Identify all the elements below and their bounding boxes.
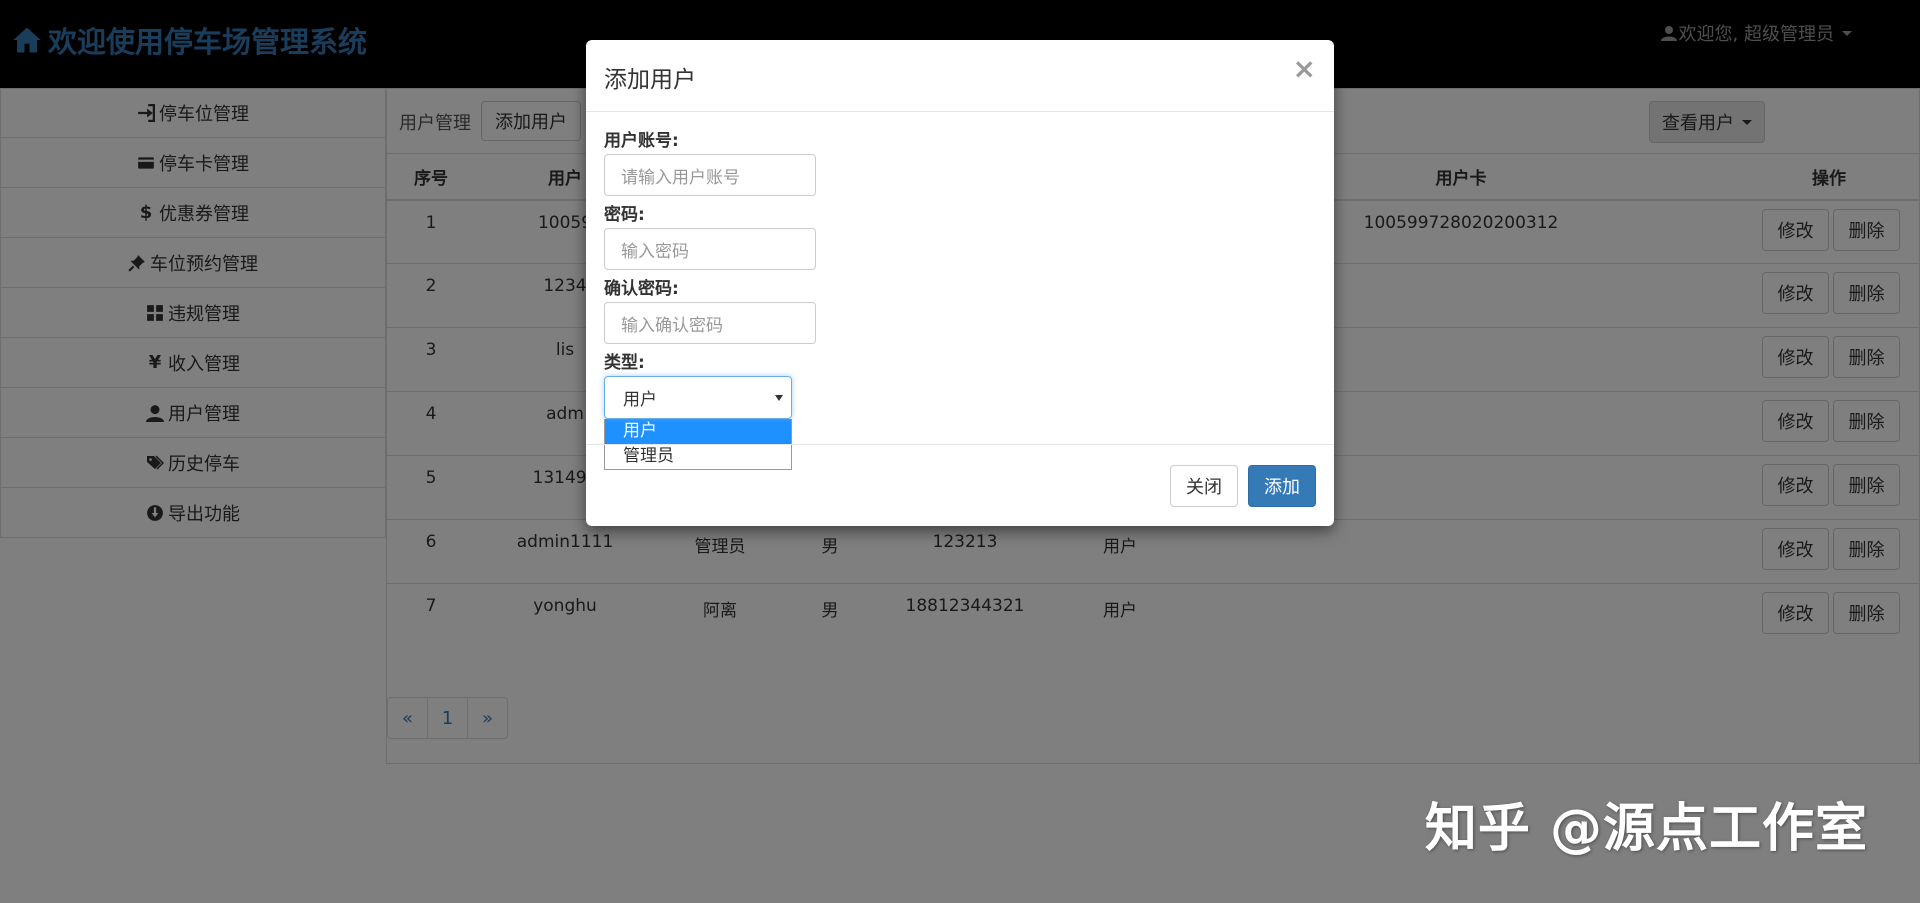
account-label: 用户账号: [604,131,679,151]
modal-title: 添加用户 [604,67,696,93]
type-label: 类型: [604,353,645,373]
modal-body: 用户账号: 请输入用户账号 密码: 输入密码 确认密码: 输入确认密码 类型: … [604,128,1316,470]
close-icon[interactable]: × [1293,52,1316,85]
password-label: 密码: [604,205,645,225]
type-select[interactable]: 用户 [604,376,792,419]
watermark: 知乎 @源点工作室 [1424,799,1868,859]
confirm-password-input[interactable]: 输入确认密码 [604,302,816,344]
close-button[interactable]: 关闭 [1170,465,1238,507]
modal-footer: 关闭 添加 [586,444,1334,526]
password-input[interactable]: 输入密码 [604,228,816,270]
submit-button[interactable]: 添加 [1248,465,1316,507]
modal-header: 添加用户 × [586,40,1334,112]
add-user-modal: 添加用户 × 用户账号: 请输入用户账号 密码: 输入密码 确认密码: 输入确认… [586,40,1334,526]
type-select-value: 用户 [623,390,657,410]
chevron-down-icon [775,395,783,401]
account-input[interactable]: 请输入用户账号 [604,154,816,196]
confirm-password-label: 确认密码: [604,279,679,299]
type-option-user[interactable]: 用户 [605,419,791,444]
